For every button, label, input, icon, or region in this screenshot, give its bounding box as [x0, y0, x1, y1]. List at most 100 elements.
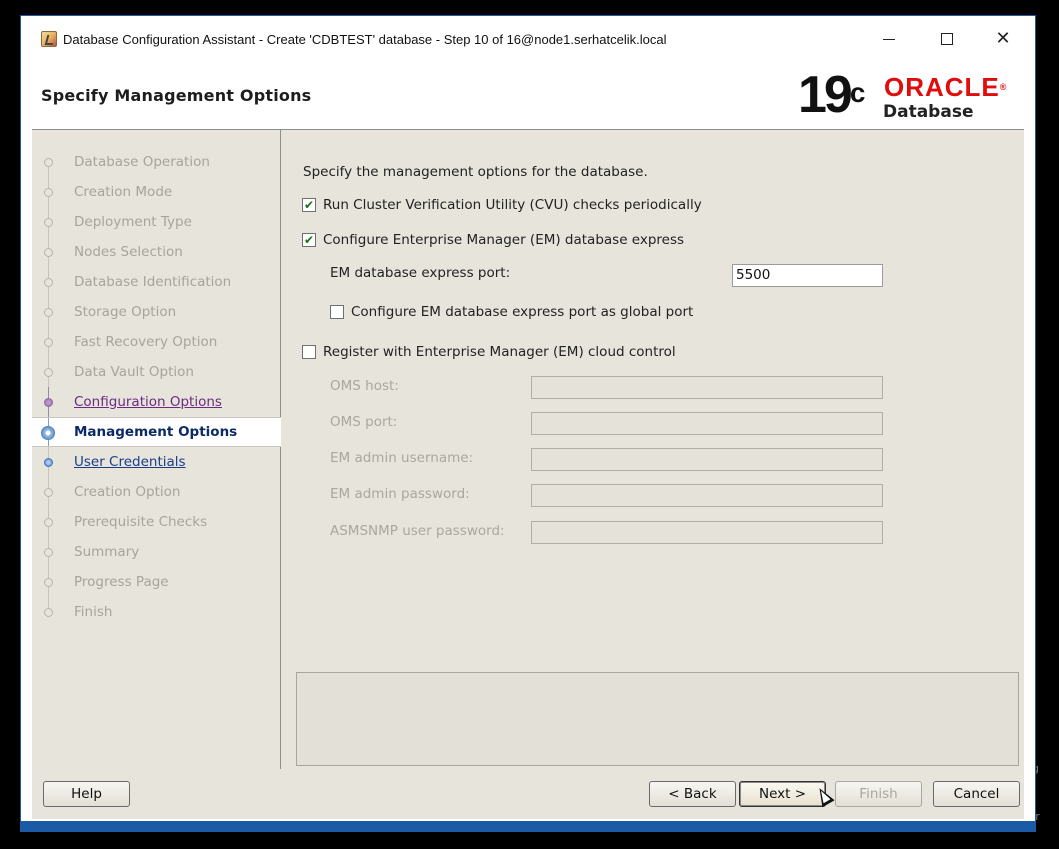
step-indicator-icon [44, 608, 53, 617]
em-port-input[interactable]: 5500 [732, 264, 883, 287]
oracle-brand-logo: ORACLE® [884, 74, 1007, 100]
sidebar-step-database-identification: Database Identification [32, 267, 281, 297]
step-label: Database Identification [74, 274, 232, 290]
desktop-edge-text-2: Ir [1032, 808, 1059, 826]
cvu-checkbox[interactable]: ✔ [302, 198, 316, 212]
step-indicator-icon [44, 278, 53, 287]
message-panel [296, 672, 1019, 766]
sidebar-step-fast-recovery-option: Fast Recovery Option [32, 327, 281, 357]
step-label: Management Options [74, 424, 238, 440]
oms-port-row: OMS port: [330, 411, 397, 433]
global-port-option[interactable]: Configure EM database express port as gl… [330, 304, 693, 320]
oms-host-row: OMS host: [330, 375, 399, 397]
close-icon: ✕ [995, 28, 1011, 49]
oms-host-input [531, 376, 883, 399]
step-label: Storage Option [74, 304, 177, 320]
step-label: Finish [74, 604, 113, 620]
logo-version: 19 [798, 66, 853, 124]
em-port-label: EM database express port: [330, 265, 511, 281]
step-label: Database Operation [74, 154, 210, 170]
step-label: Progress Page [74, 574, 169, 590]
logo-product-name: Database [883, 102, 974, 122]
step-label: Deployment Type [74, 214, 192, 230]
step-indicator-icon [44, 158, 53, 167]
oms-host-label: OMS host: [330, 378, 399, 394]
sidebar-step-user-credentials[interactable]: User Credentials [32, 447, 281, 477]
em-admin-username-row: EM admin username: [330, 447, 473, 469]
minimize-icon [883, 38, 895, 40]
global-port-checkbox[interactable] [330, 305, 344, 319]
em-admin-password-label: EM admin password: [330, 486, 470, 502]
step-label: Prerequisite Checks [74, 514, 208, 530]
sidebar-step-creation-option: Creation Option [32, 477, 281, 507]
em-express-label: Configure Enterprise Manager (EM) databa… [323, 232, 685, 248]
minimize-button[interactable] [867, 24, 911, 54]
sidebar-step-configuration-options[interactable]: Configuration Options [32, 387, 281, 417]
help-button[interactable]: Help [43, 781, 130, 807]
step-label: Creation Option [74, 484, 181, 500]
em-admin-username-label: EM admin username: [330, 450, 474, 466]
step-indicator-icon [44, 188, 53, 197]
sidebar-step-nodes-selection: Nodes Selection [32, 237, 281, 267]
close-button[interactable]: ✕ [981, 24, 1025, 54]
asmsnmp-password-label: ASMSNMP user password: [330, 523, 505, 539]
step-label: Nodes Selection [74, 244, 183, 260]
asmsnmp-password-row: ASMSNMP user password: [330, 520, 505, 542]
em-express-checkbox[interactable]: ✔ [302, 233, 316, 247]
cloud-control-label: Register with Enterprise Manager (EM) cl… [323, 344, 676, 360]
step-indicator-icon [44, 578, 53, 587]
back-button[interactable]: < Back [649, 781, 736, 807]
wizard-header: Specify Management Options 19c ORACLE® D… [32, 62, 1024, 129]
em-admin-password-row: EM admin password: [330, 483, 470, 505]
global-port-label: Configure EM database express port as gl… [351, 304, 694, 320]
step-indicator-icon [44, 248, 53, 257]
cloud-control-checkbox[interactable] [302, 345, 316, 359]
sidebar-step-prerequisite-checks: Prerequisite Checks [32, 507, 281, 537]
step-indicator-icon [44, 308, 53, 317]
oracle-19c-logo: 19c [798, 68, 865, 122]
step-label: Summary [74, 544, 140, 560]
em-port-row: EM database express port: [330, 262, 510, 284]
sidebar-step-creation-mode: Creation Mode [32, 177, 281, 207]
em-admin-username-input [531, 448, 883, 471]
next-button[interactable]: Next > [739, 781, 826, 807]
intro-text: Specify the management options for the d… [303, 164, 648, 180]
maximize-button[interactable] [925, 24, 969, 54]
step-indicator-icon [44, 458, 53, 467]
step-indicator-icon [44, 338, 53, 347]
step-indicator-icon [44, 218, 53, 227]
dbca-window: Database Configuration Assistant - Creat… [20, 15, 1036, 832]
oms-port-input [531, 412, 883, 435]
cancel-button[interactable]: Cancel [933, 781, 1020, 807]
sidebar-step-database-operation: Database Operation [32, 147, 281, 177]
logo-brand-text: ORACLE [884, 72, 1000, 102]
sidebar-step-summary: Summary [32, 537, 281, 567]
oms-port-label: OMS port: [330, 414, 398, 430]
cvu-check-label: Run Cluster Verification Utility (CVU) c… [323, 197, 702, 213]
maximize-icon [941, 33, 953, 45]
logo-version-suffix: c [849, 77, 866, 108]
step-indicator-icon [44, 518, 53, 527]
step-label: Fast Recovery Option [74, 334, 218, 350]
sidebar-step-storage-option: Storage Option [32, 297, 281, 327]
step-indicator-icon [44, 398, 53, 407]
em-express-option[interactable]: ✔ Configure Enterprise Manager (EM) data… [302, 232, 684, 248]
window-title: Database Configuration Assistant - Creat… [63, 31, 667, 47]
step-label: Configuration Options [74, 394, 222, 410]
step-indicator-icon [44, 548, 53, 557]
logo-registered-mark: ® [999, 82, 1008, 92]
sidebar-step-deployment-type: Deployment Type [32, 207, 281, 237]
step-list: Database Operation Creation Mode Deploymen… [32, 147, 281, 627]
step-indicator-icon [44, 488, 53, 497]
java-app-icon [41, 31, 57, 47]
step-label: User Credentials [74, 454, 186, 470]
cloud-control-option[interactable]: Register with Enterprise Manager (EM) cl… [302, 344, 676, 360]
page-title: Specify Management Options [41, 86, 312, 105]
step-indicator-icon [44, 368, 53, 377]
cvu-check-option[interactable]: ✔ Run Cluster Verification Utility (CVU)… [302, 197, 702, 213]
title-bar[interactable]: Database Configuration Assistant - Creat… [21, 16, 1035, 62]
asmsnmp-password-input [531, 521, 883, 544]
step-label: Data Vault Option [74, 364, 194, 380]
window-frame-bottom [21, 821, 1035, 831]
step-navigation-sidebar: Database Operation Creation Mode Deploymen… [32, 130, 281, 770]
